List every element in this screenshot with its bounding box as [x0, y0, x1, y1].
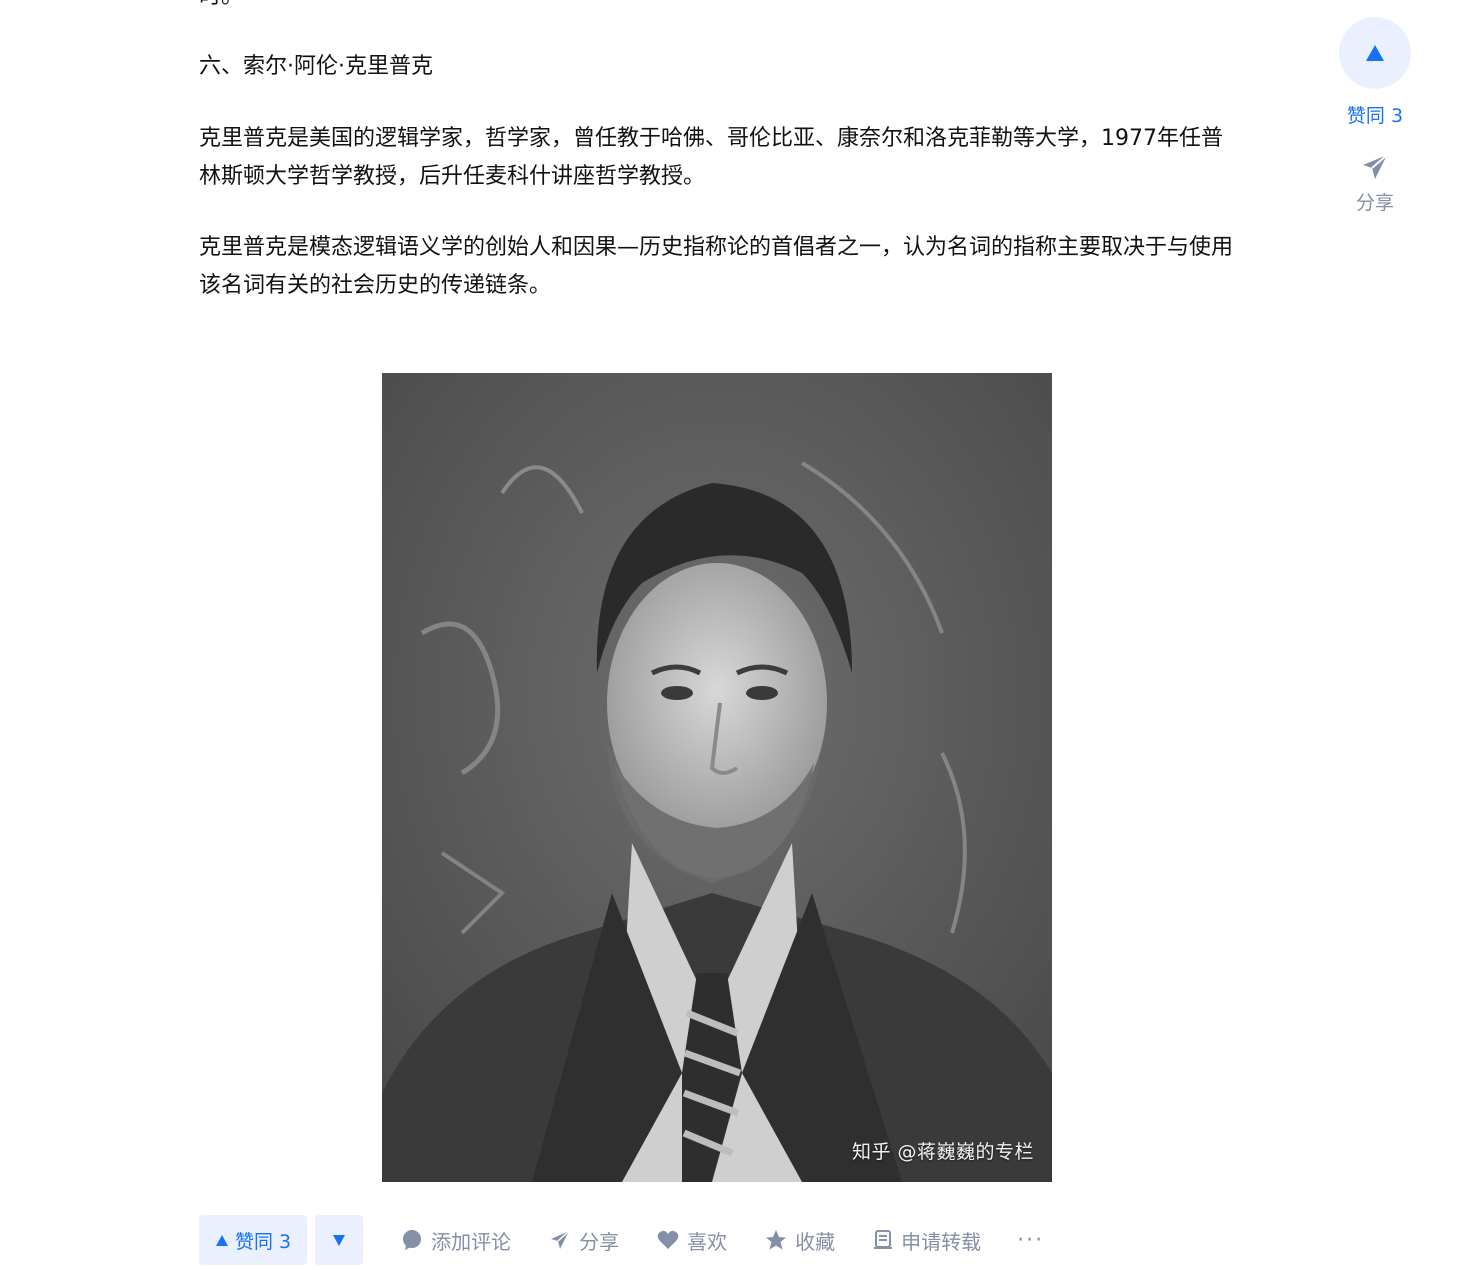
star-icon — [766, 1230, 787, 1250]
paragraph-intro: 克里普克是美国的逻辑学家，哲学家，曾任教于哈佛、哥伦比亚、康奈尔和洛克菲勒等大学… — [199, 126, 1223, 189]
triangle-up-icon — [216, 1234, 228, 1246]
image-watermark: 知乎 @蒋巍巍的专栏 — [851, 1141, 1034, 1163]
reprint-button[interactable]: 申请转载 — [873, 1226, 981, 1255]
heart-icon — [657, 1230, 679, 1249]
share-button[interactable]: 分享 — [549, 1226, 619, 1255]
portrait-image — [382, 373, 1052, 1182]
floating-upvote-button[interactable] — [1339, 17, 1411, 89]
like-button[interactable]: 喜欢 — [657, 1226, 727, 1255]
article-photo[interactable]: 知乎 @蒋巍巍的专栏 — [382, 373, 1052, 1182]
triangle-down-icon — [333, 1234, 346, 1246]
triangle-up-icon — [1366, 45, 1384, 61]
reprint-label: 申请转载 — [901, 1229, 982, 1254]
document-icon — [874, 1230, 893, 1249]
more-options-button[interactable]: ··· — [1017, 1228, 1044, 1253]
paragraph-theory: 克里普克是模态逻辑语义学的创始人和因果—历史指称论的首倡者之一，认为名词的指称主… — [199, 235, 1234, 298]
floating-upvote-count[interactable]: 赞同 3 — [1339, 101, 1411, 128]
upvote-label: 赞同 3 — [235, 1230, 292, 1253]
collect-label: 收藏 — [795, 1229, 836, 1254]
comment-label: 添加评论 — [431, 1229, 512, 1254]
like-label: 喜欢 — [687, 1229, 728, 1254]
answer-action-bar: 赞同 3 添加评论 分享 喜欢 收藏 申请转载 ··· — [199, 1215, 1044, 1265]
floating-share-label[interactable]: 分享 — [1339, 188, 1411, 215]
comment-bubble-icon — [403, 1230, 422, 1250]
paper-plane-icon — [551, 1230, 570, 1249]
upvote-button[interactable]: 赞同 3 — [199, 1215, 308, 1265]
comment-button[interactable]: 添加评论 — [401, 1226, 511, 1255]
collect-button[interactable]: 收藏 — [765, 1226, 835, 1255]
downvote-button[interactable] — [315, 1215, 364, 1265]
floating-vote-bar: 赞同 3 分享 — [1339, 17, 1411, 215]
previous-text-fragment: 时。 — [199, 0, 243, 8]
share-label: 分享 — [579, 1229, 620, 1254]
paper-plane-icon[interactable] — [1360, 152, 1390, 182]
section-heading: 六、索尔·阿伦·克里普克 — [199, 54, 433, 79]
